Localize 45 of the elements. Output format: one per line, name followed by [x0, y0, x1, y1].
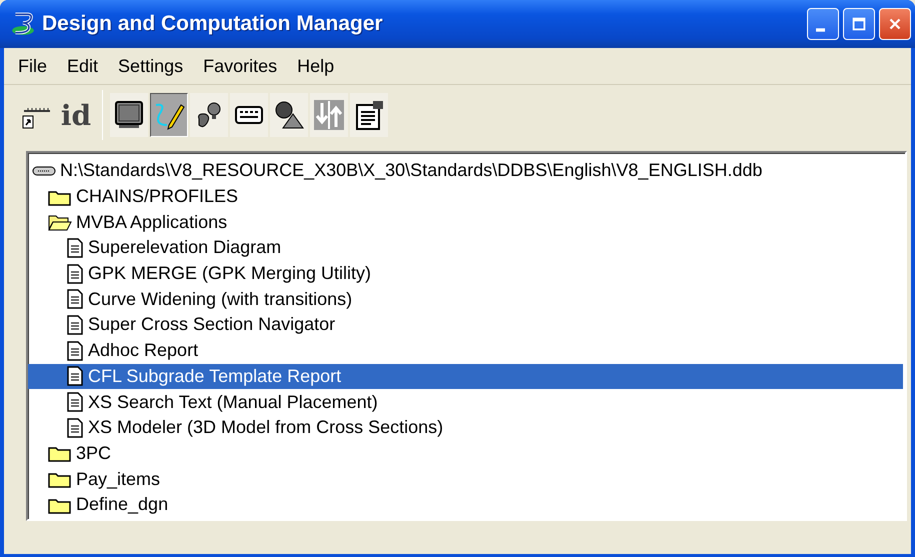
toolbar-button[interactable] — [150, 93, 188, 137]
tree-row[interactable]: Adhoc Report — [28, 338, 903, 364]
document-icon — [66, 366, 84, 386]
tree-row[interactable]: N:\Standards\V8_RESOURCE_X30B\X_30\Standards\DDBS\English\V8_ENGLISH.ddb — [28, 158, 903, 184]
toolbar-button[interactable] — [350, 93, 388, 137]
window-title: Design and Computation Manager — [42, 12, 384, 36]
tree-row[interactable]: CHAINS/PROFILES — [28, 184, 903, 210]
minimize-icon — [816, 28, 824, 32]
tree-row[interactable]: GPK MERGE (GPK Merging Utility) — [28, 260, 903, 286]
toolbar-button[interactable] — [230, 93, 268, 137]
tree-row[interactable]: 3PC — [28, 440, 903, 466]
tree-row[interactable]: MVBA Applications — [28, 209, 903, 236]
tree-row[interactable]: XS Search Text (Manual Placement) — [28, 389, 903, 415]
toolbar-button[interactable] — [110, 93, 148, 137]
menu-item[interactable]: Settings — [118, 56, 184, 76]
document-icon — [66, 264, 84, 284]
monitor-icon — [113, 99, 145, 131]
document-icon — [66, 314, 84, 335]
document-icon — [66, 289, 84, 310]
app-logo-icon — [10, 11, 36, 37]
maximize-icon — [850, 15, 868, 33]
menu-item[interactable]: Help — [297, 56, 334, 76]
tree-row[interactable]: Superelevation Diagram — [28, 235, 903, 261]
document-icon — [66, 418, 84, 438]
toolbar-button[interactable] — [190, 93, 228, 137]
clipboard-icon — [353, 99, 385, 131]
tree-row[interactable]: Define_dgn — [28, 492, 903, 518]
tree-row[interactable]: Super Cross Section Navigator — [28, 312, 903, 338]
document-icon — [66, 238, 84, 258]
arrows-icon — [313, 99, 345, 131]
tree-row[interactable]: Curve Widening (with transitions) — [28, 286, 903, 312]
id-button[interactable]: id — [57, 93, 95, 137]
menu-item[interactable]: Edit — [67, 56, 98, 76]
document-icon — [66, 392, 84, 412]
document-icon — [66, 340, 84, 361]
tree-row[interactable]: XS Modeler (3D Model from Cross Sections) — [28, 414, 903, 441]
minimize-button[interactable] — [807, 8, 839, 40]
selected-tree-row[interactable]: CFL Subgrade Template Report — [28, 364, 903, 390]
tree-row[interactable]: Pay_items — [28, 466, 903, 492]
close-button[interactable] — [879, 8, 911, 40]
maximize-button[interactable] — [843, 8, 875, 40]
toolbar-button[interactable] — [270, 93, 308, 137]
menu-item[interactable]: File — [18, 56, 48, 76]
menu-item[interactable]: Favorites — [203, 56, 278, 76]
shapes-icon — [273, 99, 305, 131]
